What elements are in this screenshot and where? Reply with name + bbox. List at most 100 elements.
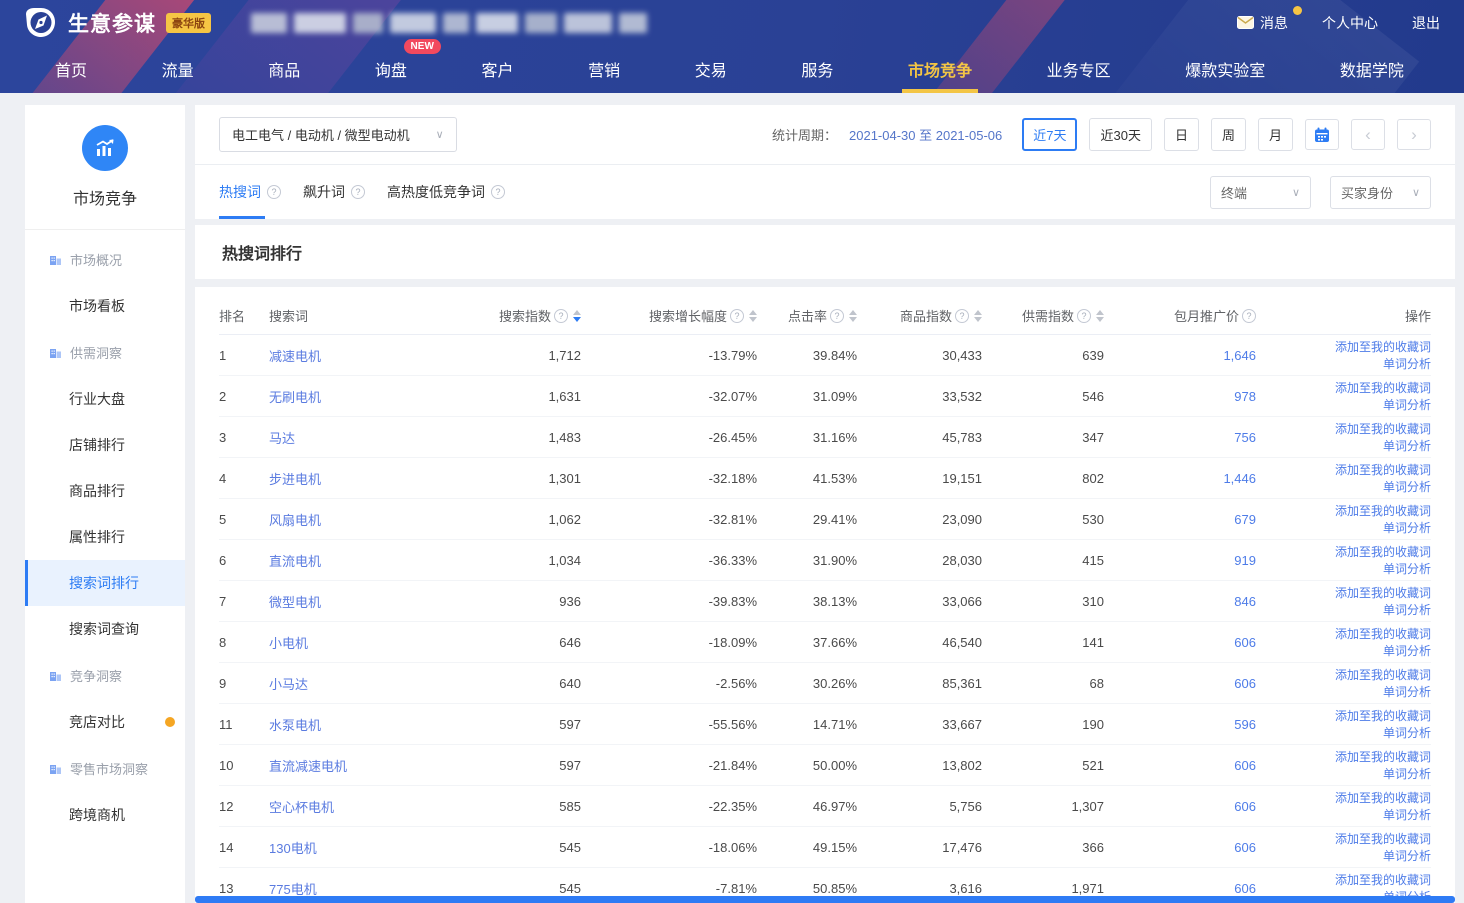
add-to-favorites-link[interactable]: 添加至我的收藏词 <box>1335 831 1431 847</box>
promo-price-link[interactable]: 606 <box>1234 676 1256 691</box>
nav-item-2[interactable]: 商品 <box>268 45 300 93</box>
promo-price-link[interactable]: 756 <box>1234 430 1256 445</box>
keyword-link[interactable]: 130电机 <box>269 838 317 857</box>
category-select[interactable]: 电工电气 / 电动机 / 微型电动机 ∨ <box>219 117 457 152</box>
add-to-favorites-link[interactable]: 添加至我的收藏词 <box>1335 544 1431 560</box>
add-to-favorites-link[interactable]: 添加至我的收藏词 <box>1335 626 1431 642</box>
keyword-link[interactable]: 小马达 <box>269 674 308 693</box>
nav-item-9[interactable]: 业务专区 <box>1047 45 1111 93</box>
nav-item-4[interactable]: 客户 <box>482 45 514 93</box>
promo-price-link[interactable]: 1,446 <box>1223 471 1256 486</box>
sidebar-item-1[interactable]: 市场看板 <box>25 283 185 329</box>
add-to-favorites-link[interactable]: 添加至我的收藏词 <box>1335 380 1431 396</box>
word-analysis-link[interactable]: 单词分析 <box>1383 766 1431 782</box>
add-to-favorites-link[interactable]: 添加至我的收藏词 <box>1335 421 1431 437</box>
keyword-link[interactable]: 减速电机 <box>269 346 321 365</box>
keyword-link[interactable]: 775电机 <box>269 879 317 898</box>
terminal-select[interactable]: 终端 ∨ <box>1210 176 1311 209</box>
sidebar-item-10[interactable]: 竞店对比 <box>25 699 185 745</box>
sidebar-item-3[interactable]: 行业大盘 <box>25 376 185 422</box>
word-analysis-link[interactable]: 单词分析 <box>1383 479 1431 495</box>
word-analysis-link[interactable]: 单词分析 <box>1383 438 1431 454</box>
help-icon[interactable]: ? <box>267 185 281 199</box>
range-button-2[interactable]: 日 <box>1164 118 1199 151</box>
promo-price-link[interactable]: 596 <box>1234 717 1256 732</box>
range-button-1[interactable]: 近30天 <box>1089 118 1151 151</box>
logo[interactable]: 生意参谋 豪华版 <box>24 6 211 40</box>
sort-carets[interactable] <box>749 310 757 322</box>
add-to-favorites-link[interactable]: 添加至我的收藏词 <box>1335 339 1431 355</box>
nav-item-8[interactable]: 市场竞争 <box>908 45 972 93</box>
prev-period-button[interactable]: ‹ <box>1351 119 1385 150</box>
add-to-favorites-link[interactable]: 添加至我的收藏词 <box>1335 872 1431 888</box>
add-to-favorites-link[interactable]: 添加至我的收藏词 <box>1335 585 1431 601</box>
nav-item-7[interactable]: 服务 <box>801 45 833 93</box>
calendar-button[interactable] <box>1305 119 1339 150</box>
word-analysis-link[interactable]: 单词分析 <box>1383 807 1431 823</box>
word-analysis-link[interactable]: 单词分析 <box>1383 643 1431 659</box>
sidebar-item-5[interactable]: 商品排行 <box>25 468 185 514</box>
tab-1[interactable]: 飙升词? <box>303 165 365 219</box>
keyword-link[interactable]: 小电机 <box>269 633 308 652</box>
word-analysis-link[interactable]: 单词分析 <box>1383 520 1431 536</box>
sidebar-item-8[interactable]: 搜索词查询 <box>25 606 185 652</box>
keyword-link[interactable]: 步进电机 <box>269 469 321 488</box>
help-icon[interactable]: ? <box>830 309 844 323</box>
sidebar-item-4[interactable]: 店铺排行 <box>25 422 185 468</box>
sort-carets[interactable] <box>849 310 857 322</box>
sidebar-item-6[interactable]: 属性排行 <box>25 514 185 560</box>
promo-price-link[interactable]: 606 <box>1234 840 1256 855</box>
buyer-select[interactable]: 买家身份 ∨ <box>1330 176 1431 209</box>
next-period-button[interactable]: › <box>1397 119 1431 150</box>
add-to-favorites-link[interactable]: 添加至我的收藏词 <box>1335 462 1431 478</box>
sidebar-item-12[interactable]: 跨境商机 <box>25 792 185 838</box>
word-analysis-link[interactable]: 单词分析 <box>1383 356 1431 372</box>
add-to-favorites-link[interactable]: 添加至我的收藏词 <box>1335 667 1431 683</box>
range-button-0[interactable]: 近7天 <box>1022 118 1077 151</box>
keyword-link[interactable]: 空心杯电机 <box>269 797 334 816</box>
promo-price-link[interactable]: 606 <box>1234 799 1256 814</box>
keyword-link[interactable]: 马达 <box>269 428 295 447</box>
word-analysis-link[interactable]: 单词分析 <box>1383 725 1431 741</box>
keyword-link[interactable]: 直流电机 <box>269 551 321 570</box>
help-icon[interactable]: ? <box>1077 309 1091 323</box>
word-analysis-link[interactable]: 单词分析 <box>1383 848 1431 864</box>
add-to-favorites-link[interactable]: 添加至我的收藏词 <box>1335 749 1431 765</box>
add-to-favorites-link[interactable]: 添加至我的收藏词 <box>1335 503 1431 519</box>
word-analysis-link[interactable]: 单词分析 <box>1383 684 1431 700</box>
nav-item-10[interactable]: 爆款实验室 <box>1185 45 1265 93</box>
word-analysis-link[interactable]: 单词分析 <box>1383 602 1431 618</box>
promo-price-link[interactable]: 846 <box>1234 594 1256 609</box>
keyword-link[interactable]: 风扇电机 <box>269 510 321 529</box>
sort-carets[interactable] <box>974 310 982 322</box>
horizontal-scrollbar[interactable] <box>195 896 1455 903</box>
word-analysis-link[interactable]: 单词分析 <box>1383 561 1431 577</box>
keyword-link[interactable]: 水泵电机 <box>269 715 321 734</box>
nav-item-1[interactable]: 流量 <box>162 45 194 93</box>
help-icon[interactable]: ? <box>730 309 744 323</box>
help-icon[interactable]: ? <box>554 309 568 323</box>
tab-2[interactable]: 高热度低竞争词? <box>387 165 505 219</box>
promo-price-link[interactable]: 606 <box>1234 635 1256 650</box>
tab-0[interactable]: 热搜词? <box>219 165 281 219</box>
promo-price-link[interactable]: 606 <box>1234 881 1256 896</box>
logout-link[interactable]: 退出 <box>1412 13 1440 33</box>
nav-item-3[interactable]: 询盘NEW <box>375 45 407 93</box>
add-to-favorites-link[interactable]: 添加至我的收藏词 <box>1335 790 1431 806</box>
help-icon[interactable]: ? <box>351 185 365 199</box>
promo-price-link[interactable]: 679 <box>1234 512 1256 527</box>
help-icon[interactable]: ? <box>955 309 969 323</box>
range-button-4[interactable]: 月 <box>1258 118 1293 151</box>
help-icon[interactable]: ? <box>491 185 505 199</box>
keyword-link[interactable]: 无刷电机 <box>269 387 321 406</box>
nav-item-6[interactable]: 交易 <box>695 45 727 93</box>
promo-price-link[interactable]: 1,646 <box>1223 348 1256 363</box>
sort-carets[interactable] <box>1096 310 1104 322</box>
range-button-3[interactable]: 周 <box>1211 118 1246 151</box>
promo-price-link[interactable]: 919 <box>1234 553 1256 568</box>
sort-carets[interactable] <box>573 310 581 322</box>
nav-item-0[interactable]: 首页 <box>55 45 87 93</box>
add-to-favorites-link[interactable]: 添加至我的收藏词 <box>1335 708 1431 724</box>
promo-price-link[interactable]: 978 <box>1234 389 1256 404</box>
nav-item-5[interactable]: 营销 <box>588 45 620 93</box>
